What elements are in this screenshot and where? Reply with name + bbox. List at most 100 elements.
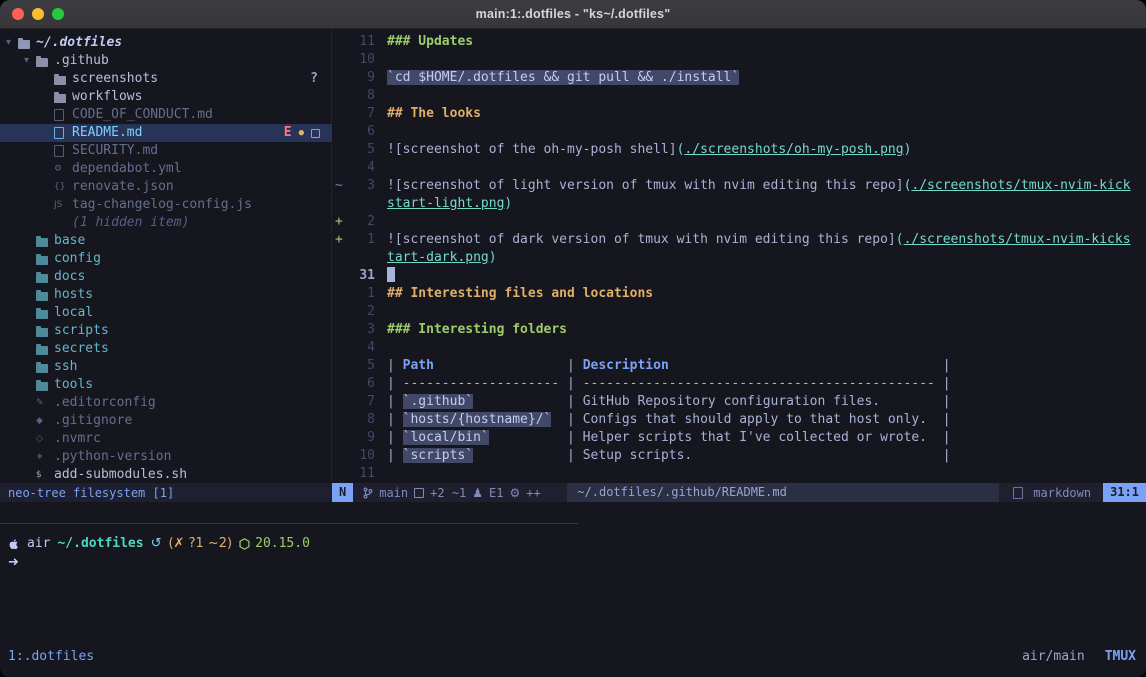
text-segment: ) xyxy=(489,250,497,265)
editor-line[interactable]: 8| `hosts/{hostname}/` | Configs that sh… xyxy=(332,411,1146,429)
editor-line[interactable]: 9| `local/bin` | Helper scripts that I'v… xyxy=(332,429,1146,447)
editor-line[interactable]: 7| `.github` | GitHub Repository configu… xyxy=(332,393,1146,411)
tree-item-scripts[interactable]: scripts xyxy=(0,322,332,340)
tree-item-nvmrc[interactable]: ◇.nvmrc xyxy=(0,430,332,448)
tree-item-base[interactable]: base xyxy=(0,232,332,250)
text-segment: ./screenshots/oh-my-posh.png xyxy=(684,142,903,157)
editor-line[interactable]: 10| `scripts` | Setup scripts. | xyxy=(332,447,1146,465)
tree-item-add-submodules-sh[interactable]: $add-submodules.sh xyxy=(0,466,332,484)
editor-line[interactable]: +2 xyxy=(332,213,1146,231)
editor-line[interactable]: 11 xyxy=(332,465,1146,483)
text-segment: ./screenshots/tmux-nvim-kicks xyxy=(904,232,1131,247)
line-text: ### Updates xyxy=(387,33,473,51)
editor-line[interactable]: 6| -------------------- | --------------… xyxy=(332,375,1146,393)
tree-item-config[interactable]: config xyxy=(0,250,332,268)
tmux-flag: TMUX xyxy=(1105,649,1136,664)
tmux-window-tab[interactable]: 1:.dotfiles xyxy=(0,649,94,664)
prompt-input-line[interactable]: ➜ xyxy=(8,553,310,572)
minimize-button[interactable] xyxy=(32,8,44,20)
node-icon: ◇ xyxy=(36,430,50,448)
file-icon xyxy=(54,109,68,121)
editor-line[interactable]: 4 xyxy=(332,159,1146,177)
folder-icon xyxy=(36,308,50,319)
text-segment: | xyxy=(880,394,950,409)
text-segment: | xyxy=(473,448,583,463)
editor-line[interactable]: start-light.png) xyxy=(332,195,1146,213)
modified-dot: ● xyxy=(299,124,304,142)
gutter-sign xyxy=(332,303,349,321)
tree-item-editorconfig[interactable]: ✎.editorconfig xyxy=(0,394,332,412)
close-button[interactable] xyxy=(12,8,24,20)
editor-line[interactable]: 10 xyxy=(332,51,1146,69)
gutter-sign xyxy=(332,285,349,303)
tree-item-hosts[interactable]: hosts xyxy=(0,286,332,304)
tree-item-github[interactable]: ▾.github xyxy=(0,52,332,70)
zoom-button[interactable] xyxy=(52,8,64,20)
tree-item-label: secrets xyxy=(54,340,109,358)
editor-line[interactable]: 8 xyxy=(332,87,1146,105)
tree-item-label: renovate.json xyxy=(72,178,174,196)
editor-line[interactable]: 6 xyxy=(332,123,1146,141)
tree-item-secrets[interactable]: secrets xyxy=(0,340,332,358)
editor-line[interactable]: tart-dark.png) xyxy=(332,249,1146,267)
folder-icon xyxy=(18,38,32,49)
editor-line[interactable]: 5![screenshot of the oh-my-posh shell](.… xyxy=(332,141,1146,159)
tree-item-workflows[interactable]: workflows xyxy=(0,88,332,106)
editor-line[interactable]: 9`cd $HOME/.dotfiles && git pull && ./in… xyxy=(332,69,1146,87)
line-number: 31 xyxy=(349,267,375,285)
editor-line[interactable]: 5| Path | Description | xyxy=(332,357,1146,375)
text-segment: ( xyxy=(896,232,904,247)
editor-line[interactable]: 3### Interesting folders xyxy=(332,321,1146,339)
editor-line[interactable]: +1![screenshot of dark version of tmux w… xyxy=(332,231,1146,249)
line-number: 4 xyxy=(349,339,375,357)
line-number: 5 xyxy=(349,141,375,159)
tree-item-renovate-json[interactable]: {}renovate.json xyxy=(0,178,332,196)
text-segment: start-light.png xyxy=(387,196,504,211)
editor-line[interactable]: 4 xyxy=(332,339,1146,357)
gutter-sign xyxy=(332,249,349,267)
gutter-sign: ~ xyxy=(332,177,349,195)
tree-item-ssh[interactable]: ssh xyxy=(0,358,332,376)
tree-item-dependabot-yml[interactable]: ⚙dependabot.yml xyxy=(0,160,332,178)
file-icon xyxy=(54,127,68,139)
line-number: 7 xyxy=(349,393,375,411)
tree-item-security-md[interactable]: SECURITY.md xyxy=(0,142,332,160)
line-text: ## The looks xyxy=(387,105,481,123)
statusline: neo-tree filesystem [1] N main +2 ~1 ♟ E… xyxy=(0,483,1146,502)
expander-icon[interactable]: ▾ xyxy=(6,34,18,52)
tree-item-label: tools xyxy=(54,376,93,394)
editor-line[interactable]: 31 xyxy=(332,267,1146,285)
editor-line[interactable]: 11### Updates xyxy=(332,33,1146,51)
gutter-sign xyxy=(332,159,349,177)
shell-prompt[interactable]: air ~/.dotfiles ↺ (✗ ?1 ~2) 20.15.0 ➜ xyxy=(8,534,310,572)
line-number: 11 xyxy=(349,465,375,483)
text-segment: | xyxy=(473,394,583,409)
prompt-line: air ~/.dotfiles ↺ (✗ ?1 ~2) 20.15.0 xyxy=(8,534,310,553)
expander-icon[interactable]: ▾ xyxy=(24,52,36,70)
tree-item-code-of-conduct-md[interactable]: CODE_OF_CONDUCT.md xyxy=(0,106,332,124)
tree-item-local[interactable]: local xyxy=(0,304,332,322)
git-icon: ◆ xyxy=(36,412,50,430)
python-icon: ∗ xyxy=(36,448,50,466)
text-segment: ![screenshot of light version of tmux wi… xyxy=(387,178,904,193)
neotree-status: neo-tree filesystem [1] xyxy=(0,486,332,500)
editor-line[interactable]: ~3![screenshot of light version of tmux … xyxy=(332,177,1146,195)
tree-item-tag-changelog-config-js[interactable]: JStag-changelog-config.js xyxy=(0,196,332,214)
editor-line[interactable]: 1## Interesting files and locations xyxy=(332,285,1146,303)
terminal-window: main:1:.dotfiles - "ks~/.dotfiles" ▾~/.d… xyxy=(0,0,1146,677)
tree-item-readme-md[interactable]: README.mdE● xyxy=(0,124,332,142)
node-segment: 20.15.0 xyxy=(239,534,310,553)
folder-icon xyxy=(36,254,50,265)
tree-item-1-hidden-item[interactable]: (1 hidden item) xyxy=(0,214,332,232)
editor-line[interactable]: 7## The looks xyxy=(332,105,1146,123)
gutter-sign: + xyxy=(332,213,349,231)
tree-item-gitignore[interactable]: ◆.gitignore xyxy=(0,412,332,430)
tree-item-python-version[interactable]: ∗.python-version xyxy=(0,448,332,466)
gutter-sign xyxy=(332,267,349,285)
tree-item-dotfiles[interactable]: ▾~/.dotfiles xyxy=(0,34,332,52)
tree-item-screenshots[interactable]: screenshots? xyxy=(0,70,332,88)
tree-item-tools[interactable]: tools xyxy=(0,376,332,394)
tree-item-docs[interactable]: docs xyxy=(0,268,332,286)
diff-icon xyxy=(414,488,424,498)
editor-line[interactable]: 2 xyxy=(332,303,1146,321)
